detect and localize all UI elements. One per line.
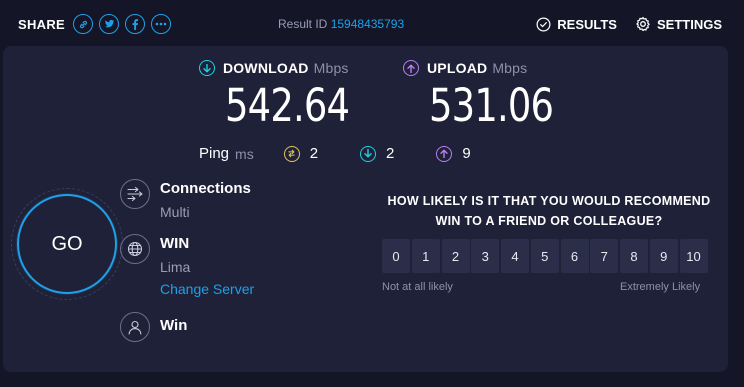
upload-value: 531.06 xyxy=(429,79,554,132)
server-name: WIN xyxy=(160,235,190,252)
twitter-icon[interactable] xyxy=(99,14,120,34)
connections-title: Connections xyxy=(160,180,251,197)
upload-latency-icon xyxy=(436,145,453,162)
scale-option-5[interactable]: 5 xyxy=(530,239,559,273)
settings-label: SETTINGS xyxy=(656,16,722,32)
ping-upload: 9 xyxy=(436,145,471,162)
ping-unit: ms xyxy=(235,145,254,162)
upload-metric: UPLOAD Mbps 531.06 xyxy=(403,60,580,132)
upload-arrow-icon xyxy=(403,60,419,76)
idle-latency-icon xyxy=(283,145,300,162)
scale-option-4[interactable]: 4 xyxy=(501,239,529,273)
provider-info: Win xyxy=(120,312,187,342)
provider-name: Win xyxy=(160,317,188,334)
globe-icon xyxy=(120,234,150,264)
check-circle-icon xyxy=(536,17,551,31)
ping-download-value: 2 xyxy=(386,145,395,162)
result-id-label: Result ID xyxy=(278,17,328,31)
scale-option-3[interactable]: 3 xyxy=(471,239,500,273)
change-server-link[interactable]: Change Server xyxy=(160,279,254,299)
results-label: RESULTS xyxy=(557,16,617,32)
scale-option-10[interactable]: 10 xyxy=(679,239,708,273)
ping-label: Ping xyxy=(199,145,230,162)
download-unit: Mbps xyxy=(313,60,349,76)
go-button[interactable]: GO xyxy=(17,194,117,294)
scale-option-0[interactable]: 0 xyxy=(382,239,410,273)
result-panel: DOWNLOAD Mbps 542.64 UPLOAD Mbps 531.06 … xyxy=(3,46,728,372)
top-bar: SHARE Result ID 15948435793 RESULTS SETT… xyxy=(0,0,744,48)
scale-option-2[interactable]: 2 xyxy=(441,239,470,273)
download-arrow-icon xyxy=(199,60,215,76)
upload-unit: Mbps xyxy=(492,60,528,76)
scale-low-label: Not at all likely xyxy=(382,281,453,293)
download-latency-icon xyxy=(360,145,377,162)
ping-idle: 2 xyxy=(283,145,319,162)
connections-icon xyxy=(120,179,150,209)
connections-info: Connections Multi xyxy=(120,179,251,222)
ping-download: 2 xyxy=(360,145,394,162)
scale-option-9[interactable]: 9 xyxy=(649,239,678,273)
server-location: Lima xyxy=(160,259,191,275)
top-actions: RESULTS SETTINGS xyxy=(518,16,722,32)
download-metric: DOWNLOAD Mbps 542.64 xyxy=(199,60,376,132)
ping-upload-value: 9 xyxy=(462,145,471,162)
scale-option-1[interactable]: 1 xyxy=(411,239,440,273)
settings-button[interactable]: SETTINGS xyxy=(635,16,722,32)
user-icon xyxy=(120,312,150,342)
result-id-link[interactable]: 15948435793 xyxy=(331,17,404,31)
server-info: WIN Lima Change Server xyxy=(120,234,254,299)
share-group: SHARE xyxy=(18,14,177,34)
link-icon[interactable] xyxy=(73,14,94,34)
result-id: Result ID 15948435793 xyxy=(278,17,404,31)
results-button[interactable]: RESULTS xyxy=(536,17,617,32)
scale-option-7[interactable]: 7 xyxy=(590,239,619,273)
gear-icon xyxy=(636,16,650,32)
ping-idle-value: 2 xyxy=(309,145,319,162)
scale-option-6[interactable]: 6 xyxy=(560,239,589,273)
ping-row: Ping ms 2 2 9 xyxy=(199,145,513,162)
download-value: 542.64 xyxy=(225,79,350,132)
share-label: SHARE xyxy=(18,16,66,32)
scale-option-8[interactable]: 8 xyxy=(620,239,648,273)
connections-value: Multi xyxy=(160,204,190,220)
survey-question: HOW LIKELY IS IT THAT YOU WOULD RECOMMEN… xyxy=(387,194,711,228)
scale-high-label: Extremely Likely xyxy=(620,281,701,293)
download-label: DOWNLOAD xyxy=(223,60,309,76)
facebook-icon[interactable] xyxy=(125,14,146,34)
upload-label: UPLOAD xyxy=(427,60,488,76)
recommend-scale: 0 1 2 3 4 5 6 7 8 9 10 xyxy=(382,239,708,273)
more-icon[interactable] xyxy=(151,14,172,34)
